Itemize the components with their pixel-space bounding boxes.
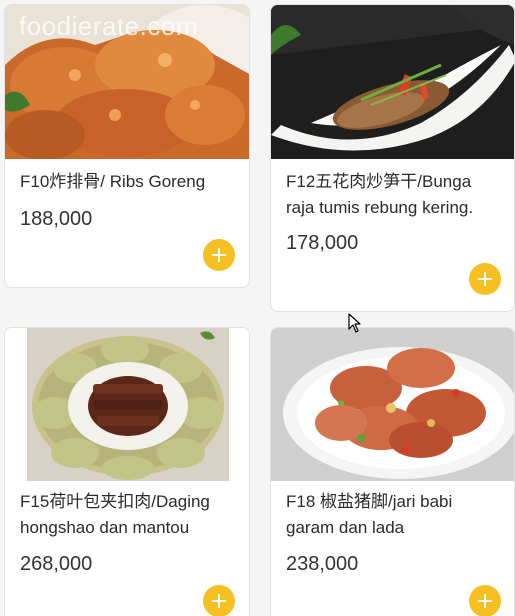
dish-photo[interactable] <box>271 328 514 481</box>
plus-icon <box>212 594 226 608</box>
add-to-cart-button[interactable] <box>203 585 235 616</box>
dish-photo[interactable] <box>271 5 514 159</box>
dish-photo[interactable]: foodierate.com <box>5 5 249 159</box>
plus-icon <box>478 594 492 608</box>
watermark-text: foodierate.com <box>19 11 198 41</box>
dish-name: F15荷叶包夹扣肉/Daging hongshao dan mantou <box>20 492 210 537</box>
dish-price: 178,000 <box>286 232 359 254</box>
salt-pepper-pork-trotter-photo <box>271 328 514 481</box>
mouse-cursor-icon <box>348 313 362 338</box>
plus-icon <box>478 272 492 286</box>
dish-name: F12五花肉炒笋干/Bunga raja tumis rebung kering… <box>286 172 474 217</box>
add-to-cart-button[interactable] <box>469 585 501 616</box>
dish-photo[interactable] <box>5 328 249 481</box>
dish-price: 188,000 <box>20 208 93 230</box>
menu-item-card[interactable]: F12五花肉炒笋干/Bunga raja tumis rebung kering… <box>270 4 515 312</box>
menu-item-card[interactable]: F15荷叶包夹扣肉/Daging hongshao dan mantou 268… <box>4 327 250 616</box>
pork-bamboo-shoots-photo <box>271 5 514 159</box>
add-to-cart-button[interactable] <box>469 263 501 295</box>
menu-item-card[interactable]: foodierate.com F10炸排骨/ Ribs Goreng 188,0… <box>4 4 250 288</box>
plus-icon <box>212 248 226 262</box>
dish-name: F18 椒盐猪脚/jari babi garam dan lada <box>286 492 453 537</box>
dish-price: 238,000 <box>286 553 359 575</box>
braised-pork-lotus-bun-photo <box>5 328 249 481</box>
menu-grid: foodierate.com F10炸排骨/ Ribs Goreng 188,0… <box>0 0 515 616</box>
menu-item-card[interactable]: F18 椒盐猪脚/jari babi garam dan lada 238,00… <box>270 327 515 616</box>
add-to-cart-button[interactable] <box>203 239 235 271</box>
dish-price: 268,000 <box>20 553 93 575</box>
dish-name: F10炸排骨/ Ribs Goreng <box>20 172 206 191</box>
